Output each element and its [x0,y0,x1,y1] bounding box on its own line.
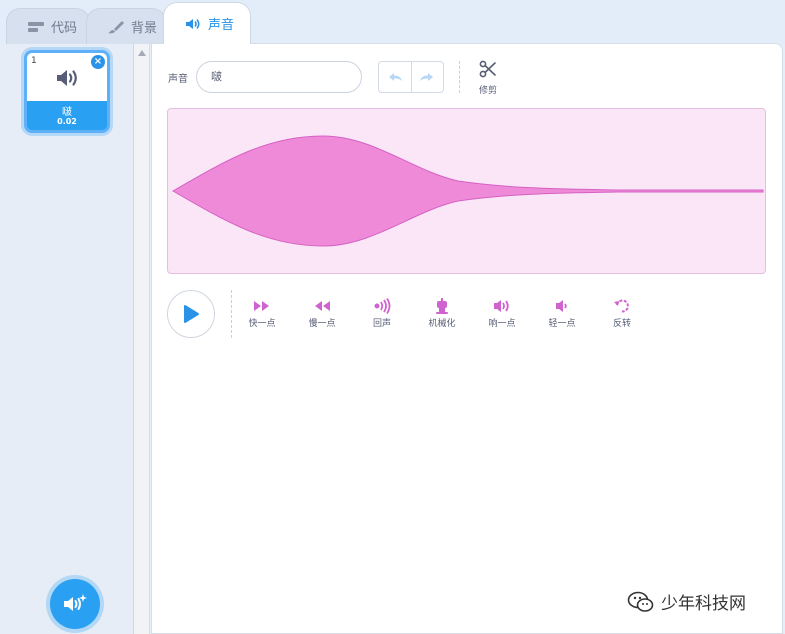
sound-item-index: 1 [31,56,37,66]
sound-editor: 声音 啵 修剪 快一点 慢一点 回声 机械化 响一点 轻一点 反转 [151,43,783,634]
effect-echo-label: 回声 [372,319,391,329]
effect-louder-label: 响一点 [488,319,516,329]
brush-icon [108,20,124,33]
watermark: 少年科技网 [627,589,746,614]
code-icon [28,21,44,32]
play-icon [184,305,199,323]
waveform [172,135,764,247]
undo-button[interactable] [379,62,411,92]
louder-icon [494,300,509,312]
sound-item-thumbnail: 1 × [27,53,107,101]
watermark-text: 少年科技网 [661,594,746,614]
effect-reverse-button[interactable]: 反转 [602,298,642,329]
speaker-icon [186,18,200,29]
effect-faster-label: 快一点 [248,319,276,329]
redo-button[interactable] [410,62,443,92]
softer-icon [556,300,567,312]
trim-label: 修剪 [478,86,497,96]
sound-list-scrollbar[interactable] [134,44,150,634]
effect-slower-label: 慢一点 [308,319,336,329]
waveform-display[interactable] [167,108,766,274]
wechat-icon [627,591,654,612]
sound-item[interactable]: 1 × 啵 0.02 [24,50,110,133]
effect-faster-button[interactable]: 快一点 [242,298,282,329]
tab-backdrops[interactable]: 背景 [86,8,166,44]
scroll-up-arrow-icon[interactable] [138,50,146,56]
tab-sounds[interactable]: 声音 [163,2,251,44]
effect-softer-label: 轻一点 [548,319,576,329]
effects-divider [231,290,232,338]
effect-reverse-label: 反转 [612,319,631,329]
trim-button[interactable]: 修剪 [473,60,503,96]
tab-code[interactable]: 代码 [6,8,90,44]
effect-softer-button[interactable]: 轻一点 [542,298,582,329]
sound-name-label: 声音 [168,74,188,85]
effect-louder-button[interactable]: 响一点 [482,298,522,329]
slower-icon [315,301,330,311]
toolbar-divider [459,61,460,93]
sound-item-duration: 0.02 [57,117,77,126]
sound-name-input[interactable]: 啵 [196,61,362,93]
reverse-icon [614,299,629,313]
effect-robot-button[interactable]: 机械化 [422,298,462,329]
speaker-icon [57,70,77,86]
echo-icon [374,298,391,314]
undo-redo-group [378,61,444,93]
faster-icon [254,301,269,311]
scissors-icon [479,60,496,78]
add-sound-button[interactable] [50,579,100,629]
tab-code-label: 代码 [51,21,78,36]
tab-sounds-label: 声音 [208,18,235,33]
tab-backdrops-label: 背景 [131,21,158,36]
effect-robot-label: 机械化 [428,319,456,329]
robot-icon [436,298,448,314]
sound-item-name: 啵 [62,107,72,118]
effect-echo-button[interactable]: 回声 [362,298,402,329]
play-button[interactable] [167,290,215,338]
undo-icon [388,73,402,81]
delete-sound-button[interactable]: × [91,55,105,69]
redo-icon [420,73,434,81]
effect-slower-button[interactable]: 慢一点 [302,298,342,329]
tab-bar: 代码 背景 声音 [0,0,785,44]
add-sound-icon [64,594,87,611]
